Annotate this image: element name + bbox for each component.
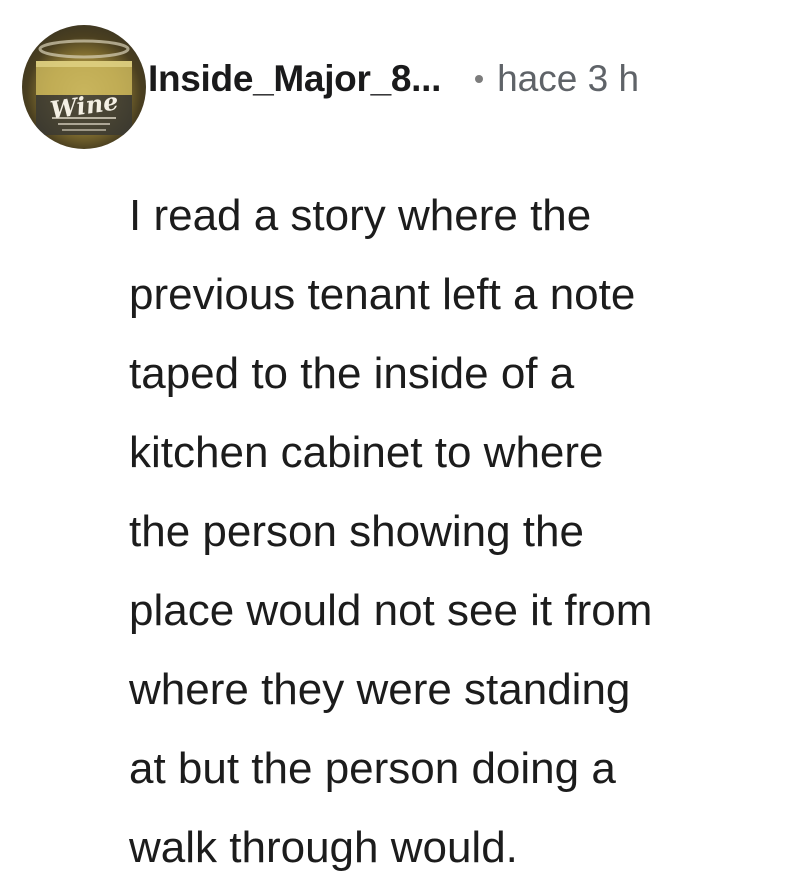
comment-body-line: kitchen cabinet to where <box>129 428 604 477</box>
comment-body-line: place would not see it from <box>129 586 653 635</box>
avatar[interactable]: Wine <box>22 25 146 149</box>
comment-body-line: I read a story where the <box>129 191 592 240</box>
wine-glass-avatar-image <box>36 39 132 135</box>
comment-body-line: where they were standing <box>129 665 631 714</box>
comment-body-line: taped to the inside of a <box>129 349 575 398</box>
comment-body-line: previous tenant left a note <box>129 270 636 319</box>
comment-timestamp: hace 3 h <box>497 58 640 99</box>
separator-dot <box>475 75 484 83</box>
comment-header: Wine Inside_Major_8... hace 3 h <box>22 24 639 150</box>
comment-body-line: walk through would. <box>129 823 518 872</box>
comment-card: Wine Inside_Major_8... hace 3 h I read a… <box>0 0 800 874</box>
author-username[interactable]: Inside_Major_8... <box>148 58 441 100</box>
comment-body: I read a story where the previous tenant… <box>129 176 769 887</box>
comment-body-line: at but the person doing a <box>129 744 616 793</box>
comment-body-line: the person showing the <box>129 507 584 556</box>
